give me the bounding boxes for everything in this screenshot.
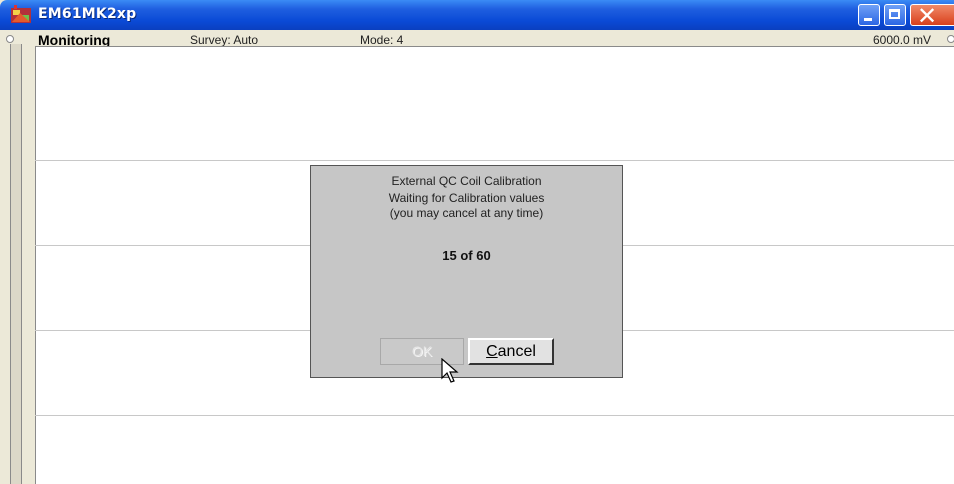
plot-gridline — [35, 160, 954, 161]
maximize-button[interactable] — [884, 4, 906, 26]
rail-pin-icon — [6, 35, 14, 43]
survey-status: Survey: Auto — [190, 33, 259, 47]
window-title: EM61MK2xp — [38, 6, 137, 22]
mode-status: Mode: 4 — [360, 33, 404, 47]
rail-pin-icon — [947, 35, 954, 43]
cancel-label: ancel — [497, 343, 536, 360]
minimize-icon — [864, 18, 872, 21]
calibration-dialog: External QC Coil Calibration Waiting for… — [310, 165, 623, 378]
title-bar[interactable]: EM61MK2xp ✕ — [0, 0, 954, 30]
close-button[interactable]: ✕ — [910, 2, 954, 30]
cancel-accelerator: C — [486, 343, 498, 360]
cancel-button[interactable]: Cancel — [468, 338, 554, 365]
minimize-button[interactable] — [858, 4, 880, 26]
mouse-pointer-icon — [441, 358, 459, 383]
dialog-message: Waiting for Calibration values — [388, 191, 545, 205]
close-icon: ✕ — [917, 2, 938, 30]
left-rail — [10, 44, 22, 484]
dialog-message-hint: (you may cancel at any time) — [389, 206, 544, 220]
em61-app-icon — [11, 5, 31, 23]
maximize-icon — [889, 9, 900, 19]
dialog-title: External QC Coil Calibration — [391, 174, 542, 188]
scale-readout: 6000.0 mV — [873, 33, 932, 47]
plot-gridline — [35, 415, 954, 416]
calibration-progress: 15 of 60 — [442, 248, 491, 263]
